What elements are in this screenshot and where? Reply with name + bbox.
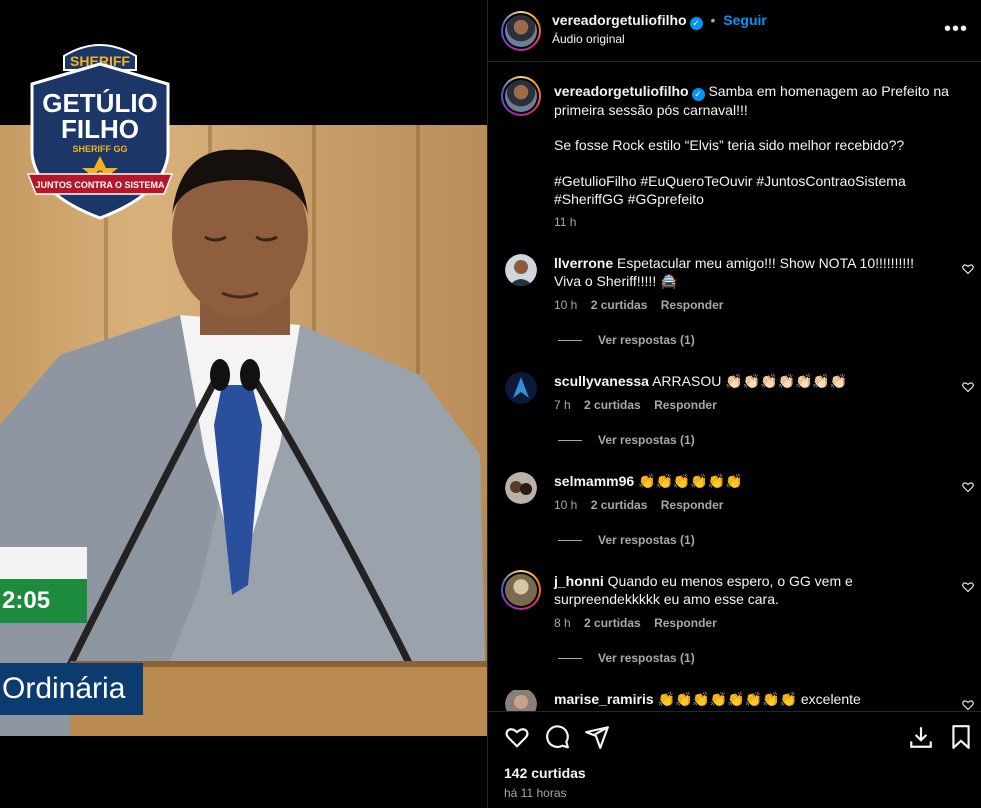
comment-username[interactable]: selmamm96 [554,473,634,489]
caption-avatar[interactable] [501,76,541,116]
view-replies-button[interactable]: Ver respostas (1) [558,533,695,547]
comment-like-heart-icon[interactable] [962,263,974,275]
comment-meta: 10 h 2 curtidas Responder [554,498,733,512]
verified-icon: ✓ [691,88,705,101]
comment-meta: 10 h 2 curtidas Responder [554,298,733,312]
comment-meta: 8 h 2 curtidas Responder [554,616,727,630]
audio-link[interactable]: Áudio original [552,32,625,46]
comment-avatar[interactable] [505,372,537,404]
comment-icon[interactable] [544,724,570,750]
caption-body: vereadorgetuliofilho ✓ Samba em homenagem… [554,82,954,119]
bookmark-icon[interactable] [948,724,974,750]
author-avatar[interactable] [501,11,541,51]
comment-text: scullyvanessa ARRASOU 👏🏻👏🏻👏🏻👏🏻👏🏻👏🏻👏🏻 [554,372,932,390]
reply-button[interactable]: Responder [661,298,724,312]
logo-ribbon-text: JUNTOS CONTRA O SISTEMA [35,180,165,190]
timer-text: 2:05 [0,579,87,623]
share-icon[interactable] [584,724,610,750]
comment-username[interactable]: marise_ramiris [554,691,654,707]
post-time-ago: há 11 horas [504,786,567,800]
view-replies-label: Ver respostas (1) [598,333,695,347]
logo-name-line2: FILHO [61,114,139,144]
comment-item: marise_ramiris 👏👏👏👏👏👏👏👏 excelente [488,690,981,711]
video-caption-bar: Ordinária [0,663,143,715]
sheriff-logo: SHERIFF GETÚLIO FILHO SHERIFF GG G JUNTO… [26,44,174,220]
comment-username[interactable]: llverrone [554,255,613,271]
comment-text: selmamm96 👏👏👏👏👏👏 [554,472,932,490]
caption-hashtags[interactable]: #GetulioFilho #EuQueroTeOuvir #JuntosCon… [554,172,924,208]
comment-likes[interactable]: 2 curtidas [584,616,641,630]
comment-likes[interactable]: 2 curtidas [591,298,648,312]
comment-avatar[interactable] [505,254,537,286]
video-player[interactable]: 2:05 Ordinária SHERIFF GETÚLIO FILHO SHE… [0,0,487,808]
post-panel: vereadorgetuliofilho ✓ • Seguir Áudio ori… [487,0,981,808]
comment-like-heart-icon[interactable] [962,581,974,593]
comment-avatar[interactable] [501,570,541,610]
heart-icon[interactable] [504,724,530,750]
view-replies-button[interactable]: Ver respostas (1) [558,651,695,665]
view-replies-button[interactable]: Ver respostas (1) [558,433,695,447]
verified-icon: ✓ [689,17,703,30]
view-replies-label: Ver respostas (1) [598,533,695,547]
comment-avatar[interactable] [505,690,537,711]
logo-sub-text: SHERIFF GG [72,144,127,154]
comment-avatar[interactable] [505,472,537,504]
reply-button[interactable]: Responder [654,398,717,412]
comment-time: 10 h [554,498,578,512]
caption-time: 11 h [554,215,577,229]
comment-meta: 7 h 2 curtidas Responder [554,398,727,412]
video-caption-text: Ordinária [2,672,126,705]
comment-text: j_honni Quando eu menos espero, o GG vem… [554,572,932,608]
author-username[interactable]: vereadorgetuliofilho [552,12,687,28]
comment-likes[interactable]: 2 curtidas [591,498,648,512]
download-icon[interactable] [908,724,934,750]
more-options-icon[interactable]: ••• [944,18,968,41]
follow-button[interactable]: Seguir [723,12,767,28]
comment-text: marise_ramiris 👏👏👏👏👏👏👏👏 excelente [554,690,932,708]
comment-time: 8 h [554,616,571,630]
author-line: vereadorgetuliofilho ✓ • Seguir [552,12,767,30]
timer-box: 2:05 [0,547,87,623]
reply-button[interactable]: Responder [654,616,717,630]
comment-likes[interactable]: 2 curtidas [584,398,641,412]
comment-like-heart-icon[interactable] [962,381,974,393]
post-actions: 142 curtidas há 11 horas [488,711,981,808]
reply-button[interactable]: Responder [661,498,724,512]
comment-text: llverrone Espetacular meu amigo!!! Show … [554,254,932,290]
view-replies-button[interactable]: Ver respostas (1) [558,333,695,347]
caption-username[interactable]: vereadorgetuliofilho [554,83,689,99]
separator-dot: • [710,12,716,28]
comment-body: ARRASOU 👏🏻👏🏻👏🏻👏🏻👏🏻👏🏻👏🏻 [652,373,848,389]
likes-count[interactable]: 142 curtidas [504,765,586,781]
comment-username[interactable]: scullyvanessa [554,373,649,389]
caption-text-line2: Se fosse Rock estilo “Elvis” teria sido … [554,137,905,153]
comment-time: 10 h [554,298,578,312]
comment-like-heart-icon[interactable] [962,699,974,711]
view-replies-label: Ver respostas (1) [598,433,695,447]
view-replies-label: Ver respostas (1) [598,651,695,665]
post-header: vereadorgetuliofilho ✓ • Seguir Áudio ori… [488,0,981,62]
comment-like-heart-icon[interactable] [962,481,974,493]
comment-username[interactable]: j_honni [554,573,604,589]
comment-body: 👏👏👏👏👏👏 [638,473,743,489]
comment-time: 7 h [554,398,571,412]
comment-body: 👏👏👏👏👏👏👏👏 excelente [657,691,861,707]
